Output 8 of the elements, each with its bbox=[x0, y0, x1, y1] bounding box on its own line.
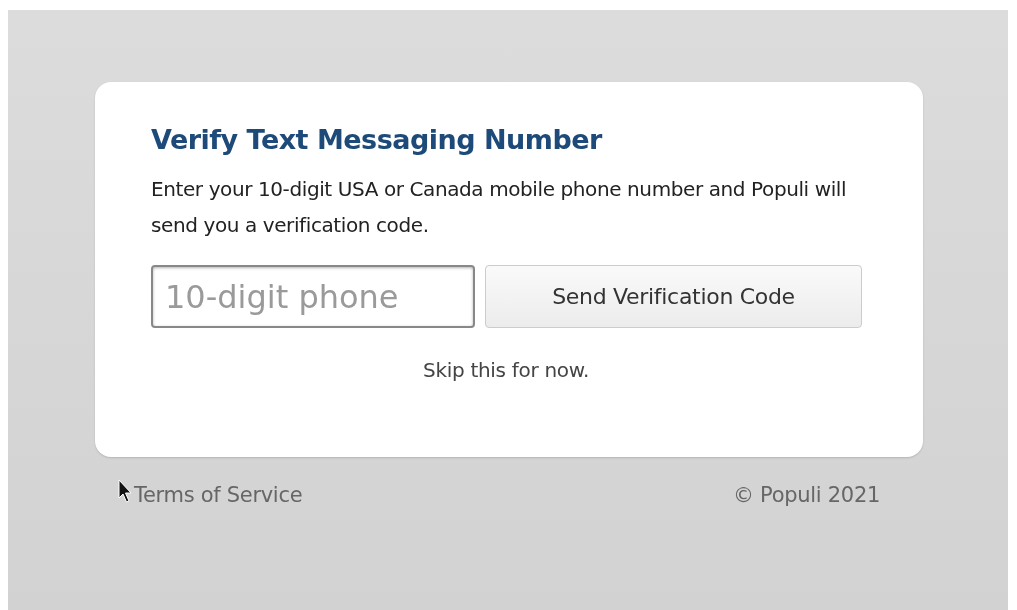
mouse-pointer-icon bbox=[118, 479, 134, 503]
description-text: Enter your 10-digit USA or Canada mobile phone number and Populi will send you a verification code. bbox=[151, 176, 848, 239]
send-code-button[interactable]: Send Verification Code bbox=[485, 265, 862, 328]
phone-input-field[interactable]: 10-digit phone bbox=[151, 265, 475, 328]
copyright-text: © Populi 2021 bbox=[733, 483, 880, 507]
skip-link[interactable]: Skip this for now. bbox=[423, 358, 589, 382]
dialog-title: Verify Text Messaging Number bbox=[151, 124, 604, 155]
terms-link[interactable]: Terms of Service bbox=[134, 483, 303, 507]
